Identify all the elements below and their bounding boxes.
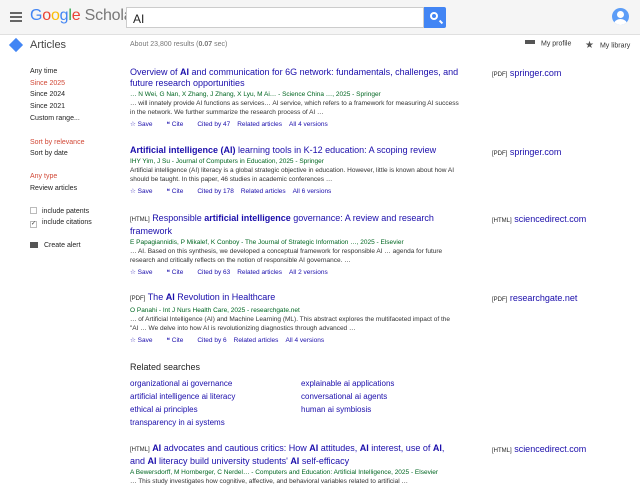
save-button[interactable]: ☆ Save: [130, 188, 159, 195]
result-title[interactable]: [HTML] Responsible artificial intelligen…: [130, 213, 460, 237]
cite-button[interactable]: ❝ Cite: [166, 121, 190, 128]
related-articles-link[interactable]: Related articles: [234, 337, 279, 344]
source-link[interactable]: [PDF] springer.com: [492, 147, 561, 157]
search-button[interactable]: [424, 7, 446, 28]
result-stats: About 23,800 results (0.07 sec): [130, 41, 228, 48]
save-button[interactable]: ☆ Save: [130, 269, 159, 276]
save-button[interactable]: ☆ Save: [130, 121, 159, 128]
cited-by-link[interactable]: Cited by 178: [197, 188, 234, 195]
sort-by-relevance[interactable]: Sort by relevance: [30, 139, 84, 146]
result-authors: A Bewersdorff, M Hornberger, C Nerdel… -…: [130, 469, 439, 476]
result-snippet: Artificial intelligence (AI) literacy is…: [130, 167, 455, 183]
related-search-link[interactable]: ethical ai principles: [130, 405, 198, 414]
related-search-link[interactable]: organizational ai governance: [130, 379, 232, 388]
cited-by-link[interactable]: Cited by 6: [197, 337, 226, 344]
menu-icon[interactable]: [10, 12, 22, 22]
related-search-link[interactable]: human ai symbiosis: [301, 405, 371, 414]
result-snippet: … of Artificial Intelligence (AI) and Ma…: [130, 316, 450, 332]
filter-since-2024[interactable]: Since 2024: [30, 91, 65, 98]
versions-link[interactable]: All 4 versions: [285, 337, 324, 344]
my-library-link[interactable]: ★ My library: [585, 40, 630, 51]
cited-by-link[interactable]: Cited by 47: [197, 121, 230, 128]
result-title[interactable]: [HTML] AI advocates and cautious critics…: [130, 443, 460, 467]
result-snippet: … will innately provide AI functions as …: [130, 100, 459, 116]
include-patents-checkbox[interactable]: include patents: [30, 207, 89, 215]
search-icon: [430, 12, 438, 20]
cited-by-link[interactable]: Cited by 63: [197, 269, 230, 276]
my-profile-link[interactable]: My profile: [525, 40, 571, 47]
star-icon: ★: [585, 40, 594, 51]
related-search-link[interactable]: artificial intelligence ai literacy: [130, 392, 235, 401]
related-search-link[interactable]: conversational ai agents: [301, 392, 387, 401]
filter-since-2021[interactable]: Since 2021: [30, 103, 65, 110]
articles-icon: [8, 37, 24, 53]
result-item: Artificial intelligence (AI) learning to…: [130, 145, 460, 195]
section-title: Articles: [30, 39, 67, 51]
source-link[interactable]: [PDF] springer.com: [492, 68, 561, 78]
filter-any-type[interactable]: Any type: [30, 173, 57, 180]
cite-button[interactable]: ❝ Cite: [166, 188, 190, 195]
result-actions: ☆ Save ❝ Cite Cited by 47 Related articles A…: [130, 120, 460, 128]
result-item: Overview of AI and communication for 6G …: [130, 67, 460, 128]
include-citations-checkbox[interactable]: ✓ include citations: [30, 219, 92, 228]
cite-button[interactable]: ❝ Cite: [166, 269, 190, 276]
versions-link[interactable]: All 2 versions: [289, 269, 328, 276]
result-item: [HTML] AI advocates and cautious critics…: [130, 443, 460, 486]
related-articles-link[interactable]: Related articles: [241, 188, 286, 195]
filter-custom-range[interactable]: Custom range...: [30, 115, 80, 122]
result-snippet: … AI. Based on this synthesis, we develo…: [130, 248, 443, 264]
search-input[interactable]: AI: [126, 7, 424, 28]
versions-link[interactable]: All 4 versions: [289, 121, 328, 128]
account-avatar[interactable]: [612, 8, 629, 25]
result-title[interactable]: [PDF] The AI Revolution in Healthcare: [130, 292, 460, 305]
result-item: [PDF] The AI Revolution in Healthcare O …: [130, 292, 460, 344]
filter-since-2025[interactable]: Since 2025: [30, 80, 65, 87]
graduation-cap-icon: [525, 40, 535, 47]
source-link[interactable]: [PDF] researchgate.net: [492, 293, 577, 303]
filter-review-articles[interactable]: Review articles: [30, 185, 77, 192]
result-title[interactable]: Artificial intelligence (AI) learning to…: [130, 145, 460, 156]
result-title[interactable]: Overview of AI and communication for 6G …: [130, 67, 460, 89]
related-search-link[interactable]: explainable ai applications: [301, 379, 394, 388]
google-scholar-logo[interactable]: Google Scholar: [30, 7, 138, 25]
result-authors: … N Wei, G Nan, X Zhang, J Zhang, X Lyu,…: [130, 91, 381, 98]
result-actions: ☆ Save ❝ Cite Cited by 6 Related articles Al…: [130, 336, 460, 344]
create-alert-link[interactable]: Create alert: [30, 242, 81, 249]
related-search-link[interactable]: transparency in ai systems: [130, 418, 225, 427]
cite-button[interactable]: ❝ Cite: [166, 337, 190, 344]
versions-link[interactable]: All 6 versions: [293, 188, 332, 195]
result-authors: IHY Yim, J Su - Journal of Computers in …: [130, 158, 324, 165]
source-link[interactable]: [HTML] sciencedirect.com: [492, 214, 586, 224]
result-item: [HTML] Responsible artificial intelligen…: [130, 213, 460, 276]
result-actions: ☆ Save ❝ Cite Cited by 63 Related articles A…: [130, 268, 460, 276]
save-button[interactable]: ☆ Save: [130, 337, 159, 344]
result-actions: ☆ Save ❝ Cite Cited by 178 Related articles…: [130, 187, 460, 195]
result-authors: O Panahi - Int J Nurs Health Care, 2025 …: [130, 307, 300, 314]
related-articles-link[interactable]: Related articles: [237, 269, 282, 276]
related-searches-heading: Related searches: [130, 362, 201, 372]
sort-by-date[interactable]: Sort by date: [30, 150, 68, 157]
result-authors: E Papagiannidis, P Mikalef, K Conboy - T…: [130, 239, 404, 246]
filter-any-time[interactable]: Any time: [30, 68, 57, 75]
related-articles-link[interactable]: Related articles: [237, 121, 282, 128]
source-link[interactable]: [HTML] sciencedirect.com: [492, 444, 586, 454]
envelope-icon: [30, 242, 38, 249]
